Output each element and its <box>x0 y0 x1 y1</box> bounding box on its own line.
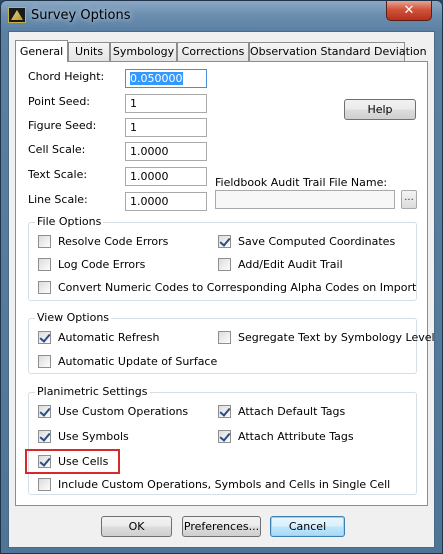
attach-default-tags-checkbox[interactable] <box>218 405 231 418</box>
close-button[interactable]: ✕ <box>386 1 432 21</box>
use-symbols-label: Use Symbols <box>58 430 129 443</box>
planimetric-settings-group: Planimetric Settings Use Custom Operatio… <box>25 385 417 495</box>
tab-corrections[interactable]: Corrections <box>177 42 249 61</box>
fieldbook-audit-trail-field[interactable] <box>215 190 395 209</box>
include-single-cell-checkbox[interactable] <box>38 478 51 491</box>
general-tab-panel: Chord Height: 0.050000 Point Seed: 1 Fig… <box>15 61 435 506</box>
help-button[interactable]: Help <box>344 99 416 120</box>
attach-attribute-tags-checkbox[interactable] <box>218 430 231 443</box>
view-options-title: View Options <box>35 311 112 324</box>
file-options-title: File Options <box>35 215 104 228</box>
chord-height-field[interactable]: 0.050000 <box>125 69 207 88</box>
tab-observation-standard-deviation[interactable]: Observation Standard Deviation <box>249 42 427 61</box>
automatic-refresh-label: Automatic Refresh <box>58 331 160 344</box>
app-logo-icon <box>8 7 26 23</box>
segregate-text-label: Segregate Text by Symbology Level <box>238 331 435 344</box>
line-scale-label: Line Scale: <box>28 193 88 206</box>
line-scale-field[interactable]: 1.0000 <box>125 192 207 211</box>
figure-seed-label: Figure Seed: <box>28 119 97 132</box>
survey-options-window: Survey Options ✕ General Units Symbology… <box>0 0 443 554</box>
browse-button[interactable]: ... <box>401 190 417 209</box>
convert-numeric-codes-checkbox[interactable] <box>38 281 51 294</box>
automatic-update-surface-label: Automatic Update of Surface <box>58 355 218 368</box>
title-bar[interactable]: Survey Options ✕ <box>1 1 442 31</box>
use-symbols-checkbox[interactable] <box>38 430 51 443</box>
window-title: Survey Options <box>31 8 131 23</box>
use-custom-operations-label: Use Custom Operations <box>58 405 189 418</box>
text-scale-label: Text Scale: <box>28 168 88 181</box>
point-seed-label: Point Seed: <box>28 95 91 108</box>
cancel-button[interactable]: Cancel <box>270 516 345 537</box>
point-seed-field[interactable]: 1 <box>125 94 207 113</box>
planimetric-settings-title: Planimetric Settings <box>35 385 150 398</box>
automatic-refresh-checkbox[interactable] <box>38 331 51 344</box>
log-code-errors-label: Log Code Errors <box>58 258 146 271</box>
use-cells-checkbox[interactable] <box>38 455 51 468</box>
view-options-group: View Options Automatic Refresh Segregate… <box>28 311 435 374</box>
convert-numeric-codes-label: Convert Numeric Codes to Corresponding A… <box>58 281 417 294</box>
dialog-client-area: General Units Symbology Corrections Obse… <box>8 31 435 548</box>
tab-general[interactable]: General <box>15 40 68 62</box>
chord-height-label: Chord Height: <box>28 70 105 83</box>
ok-button[interactable]: OK <box>101 516 172 537</box>
segregate-text-checkbox[interactable] <box>218 331 231 344</box>
attach-attribute-tags-label: Attach Attribute Tags <box>238 430 354 443</box>
attach-default-tags-label: Attach Default Tags <box>238 405 346 418</box>
use-cells-label: Use Cells <box>58 455 109 468</box>
add-edit-audit-trail-label: Add/Edit Audit Trail <box>238 258 343 271</box>
log-code-errors-checkbox[interactable] <box>38 258 51 271</box>
figure-seed-field[interactable]: 1 <box>125 118 207 137</box>
include-single-cell-label: Include Custom Operations, Symbols and C… <box>58 478 391 491</box>
resolve-code-errors-checkbox[interactable] <box>38 235 51 248</box>
tab-units[interactable]: Units <box>68 42 110 61</box>
file-options-group: File Options Resolve Code Errors Save Co… <box>28 215 417 301</box>
automatic-update-surface-checkbox[interactable] <box>38 355 51 368</box>
resolve-code-errors-label: Resolve Code Errors <box>58 235 169 248</box>
preferences-button[interactable]: Preferences... <box>182 516 261 537</box>
save-computed-coordinates-label: Save Computed Coordinates <box>238 235 396 248</box>
save-computed-coordinates-checkbox[interactable] <box>218 235 231 248</box>
cell-scale-label: Cell Scale: <box>28 143 86 156</box>
tab-symbology[interactable]: Symbology <box>110 42 177 61</box>
cell-scale-field[interactable]: 1.0000 <box>125 142 207 161</box>
add-edit-audit-trail-checkbox[interactable] <box>218 258 231 271</box>
fieldbook-audit-trail-label: Fieldbook Audit Trail File Name: <box>215 176 388 189</box>
chord-height-value: 0.050000 <box>130 72 183 85</box>
use-custom-operations-checkbox[interactable] <box>38 405 51 418</box>
text-scale-field[interactable]: 1.0000 <box>125 167 207 186</box>
